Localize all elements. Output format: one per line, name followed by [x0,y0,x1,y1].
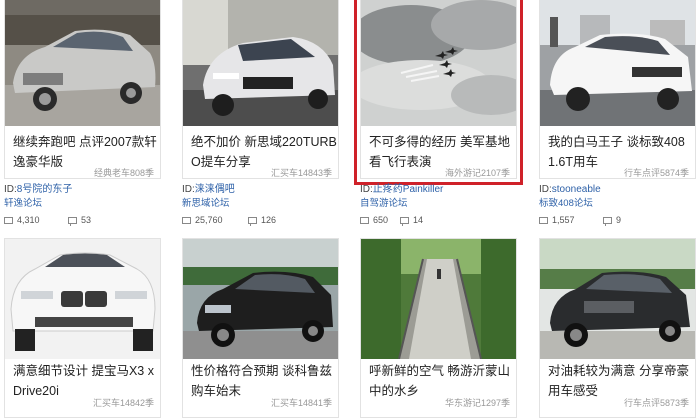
view-count: 4,310 [17,215,40,225]
post-series-tag[interactable]: 行车点评5873季 [624,396,689,409]
post-card[interactable]: 我的白马王子 谈标致408 1.6T用车 行车点评5874季 [539,0,696,179]
post-title[interactable]: 对油耗较为满意 分享帝豪用车感受 [548,361,694,401]
post-series-tag[interactable]: 汇买车14842季 [93,396,154,409]
post-card[interactable]: 满意细节设计 提宝马X3 xDrive20i 汇买车14842季 [4,238,161,418]
post-series-tag[interactable]: 经典老车808季 [94,166,154,179]
forum-link[interactable]: 自驾游论坛 [360,197,517,211]
user-link[interactable]: 8号院的东子 [17,184,73,195]
view-count: 25,760 [195,215,223,225]
post-meta: ID:止疼药Painkiller 自驾游论坛 650 14 [360,183,517,227]
post-thumbnail[interactable] [5,0,160,126]
reply-count: 14 [413,215,424,225]
post-title[interactable]: 满意细节设计 提宝马X3 xDrive20i [13,361,159,401]
post-thumbnail[interactable] [361,0,516,126]
post-series-tag[interactable]: 海外游记2107季 [445,166,510,179]
post-card-highlighted[interactable]: 不可多得的经历 美军基地看飞行表演 海外游记2107季 [354,0,523,185]
post-series-tag[interactable]: 行车点评5874季 [624,166,689,179]
post-title[interactable]: 性价格符合预期 谈科鲁兹购车始末 [191,361,337,401]
reply-icon [603,216,612,226]
view-count: 1,557 [552,215,575,225]
user-link[interactable]: stooneable [552,184,601,195]
reply-count: 9 [616,215,622,225]
user-id-prefix: ID: [360,184,373,195]
post-card[interactable]: 绝不加价 新思域220TURBO提车分享 汇买车14843季 [182,0,339,179]
post-card[interactable]: 对油耗较为满意 分享帝豪用车感受 行车点评5873季 [539,238,696,418]
reply-count: 126 [261,215,277,225]
forum-link[interactable]: 轩逸论坛 [4,197,161,211]
post-card[interactable]: 呼新鲜的空气 畅游沂蒙山中的水乡 华东游记1297季 [360,238,517,418]
post-series-tag[interactable]: 华东游记1297季 [445,396,510,409]
view-count: 650 [373,215,389,225]
user-id-prefix: ID: [182,184,195,195]
reply-icon [400,216,409,226]
post-meta: ID:8号院的东子 轩逸论坛 4,310 53 [4,183,161,227]
post-meta: ID:stooneable 标致408论坛 1,557 9 [539,183,696,227]
reply-count: 53 [81,215,92,225]
user-link[interactable]: 涞涞偶吧 [195,184,235,195]
post-thumbnail[interactable] [540,239,695,359]
user-id-prefix: ID: [4,184,17,195]
post-series-tag[interactable]: 汇买车14843季 [271,166,332,179]
forum-link[interactable]: 新思域论坛 [182,197,339,211]
views-icon [4,216,13,224]
forum-link[interactable]: 标致408论坛 [539,197,696,211]
post-thumbnail[interactable] [5,239,160,359]
views-icon [182,216,191,224]
post-thumbnail[interactable] [540,0,695,126]
post-series-tag[interactable]: 汇买车14841季 [271,396,332,409]
post-thumbnail[interactable] [183,239,338,359]
reply-icon [248,216,257,226]
user-link[interactable]: 止疼药Painkiller [373,184,444,195]
post-card[interactable]: 继续奔跑吧 点评2007款轩逸豪华版 经典老车808季 [4,0,161,179]
user-id-prefix: ID: [539,184,552,195]
post-card[interactable]: 性价格符合预期 谈科鲁兹购车始末 汇买车14841季 [182,238,339,418]
reply-icon [68,216,77,226]
post-thumbnail[interactable] [183,0,338,126]
views-icon [539,216,548,224]
views-icon [360,216,369,224]
post-title[interactable]: 呼新鲜的空气 畅游沂蒙山中的水乡 [369,361,515,401]
post-meta: ID:涞涞偶吧 新思域论坛 25,760 126 [182,183,339,227]
post-thumbnail[interactable] [361,239,516,359]
